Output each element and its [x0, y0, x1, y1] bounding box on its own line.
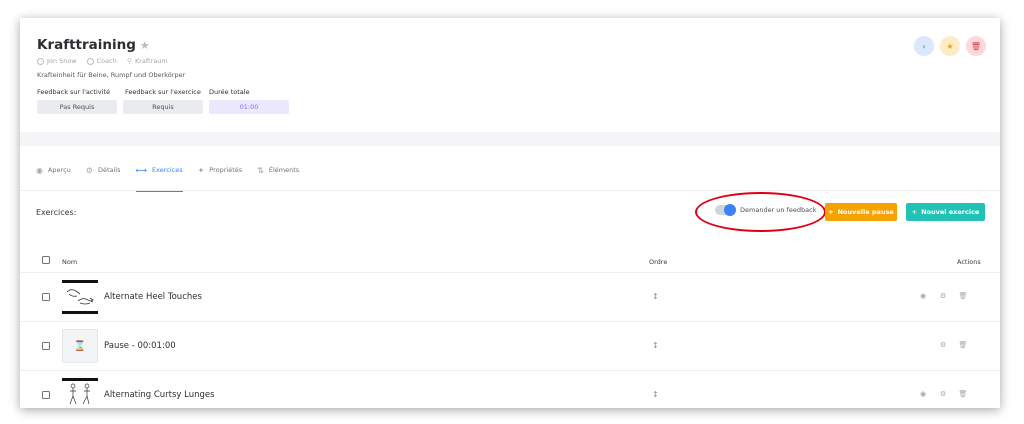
exercise-feedback-label: Feedback sur l'exercice	[125, 88, 201, 96]
pause-thumbnail: ⌛	[62, 329, 98, 363]
column-order: Ordre	[649, 258, 668, 266]
row-checkbox[interactable]	[42, 391, 50, 399]
activity-header: Krafttraining ★ Jon Snow Coach ⚲ Kraftra…	[20, 18, 1000, 132]
tab-label: Éléments	[268, 166, 300, 174]
location-name: Kraftraum	[134, 57, 168, 65]
activity-feedback-label: Feedback sur l'activité	[37, 88, 110, 96]
new-exercise-button[interactable]: + Nouvel exercice	[906, 203, 985, 221]
app-window: Krafttraining ★ Jon Snow Coach ⚲ Kraftra…	[20, 18, 1000, 408]
exercises-title: Exercices:	[36, 208, 77, 217]
select-all-checkbox[interactable]	[42, 256, 50, 264]
favorite-star-icon[interactable]: ★	[140, 39, 150, 52]
tab-details[interactable]: ⚙ Détails	[86, 163, 121, 177]
curtsy-lunges-illustration	[69, 383, 90, 405]
row-checkbox[interactable]	[42, 342, 50, 350]
trash-icon: 🗑	[970, 41, 982, 51]
favorite-button[interactable]: ★	[940, 36, 960, 56]
exercise-feedback-value: Requis	[123, 100, 203, 114]
table-row[interactable]: ⌛ Pause - 00:01:00 ↕ ◉ ⚙ 🗑	[20, 321, 1000, 370]
delete-button[interactable]: 🗑	[966, 36, 986, 56]
duration-value: 01:00	[209, 100, 289, 114]
author-meta: Jon Snow	[37, 57, 77, 65]
settings-gears-icon[interactable]: ⚙	[938, 341, 948, 349]
exercise-thumbnail	[62, 378, 98, 408]
settings-gears-icon[interactable]: ⚙	[938, 292, 948, 300]
settings-gears-icon[interactable]: ⚙	[938, 390, 948, 398]
eye-icon: ◉	[36, 165, 43, 175]
sort-icon: ⇅	[257, 165, 264, 175]
plus-icon: +	[911, 208, 918, 216]
table-row[interactable]: Alternate Heel Touches ↕ ◉ ⚙ 🗑	[20, 272, 1000, 321]
heel-touches-illustration	[66, 289, 94, 305]
meta-row: Jon Snow Coach ⚲ Kraftraum	[37, 57, 168, 65]
page-title: Krafttraining	[37, 37, 136, 53]
view-eye-icon[interactable]: ◉	[918, 292, 928, 300]
new-exercise-label: Nouvel exercice	[921, 208, 980, 216]
view-eye-icon[interactable]: ◉	[918, 390, 928, 398]
location-pin-icon: ⚲	[126, 57, 132, 65]
exercise-name: Alternating Curtsy Lunges	[104, 390, 215, 400]
trash-icon[interactable]: 🗑	[958, 292, 968, 300]
exercise-thumbnail	[62, 280, 98, 314]
star-icon: ★	[946, 41, 954, 51]
new-pause-button[interactable]: + Nouvelle pause	[825, 203, 897, 221]
exercise-name: Alternate Heel Touches	[104, 292, 202, 302]
tab-proprietes[interactable]: ✦ Propriétés	[198, 163, 243, 177]
new-pause-label: Nouvelle pause	[837, 208, 894, 216]
trash-icon[interactable]: 🗑	[958, 341, 968, 349]
author-name: Jon Snow	[47, 57, 77, 65]
gear-icon: ⚙	[85, 165, 93, 175]
drag-handle-icon[interactable]: ↕	[652, 390, 659, 399]
tab-label: Aperçu	[47, 166, 71, 174]
table-row[interactable]: Alternating Curtsy Lunges ↕ ◉ ⚙ 🗑	[20, 370, 1000, 408]
content-card: ◉ Aperçu ⚙ Détails ⟷ Exercices ✦ Proprié…	[20, 146, 1000, 408]
row-actions: ◉ ⚙ 🗑	[918, 292, 968, 300]
dumbbell-icon: ⟷	[135, 165, 147, 175]
back-button[interactable]: ‹	[914, 36, 934, 56]
table-header: Nom Ordre Actions	[20, 252, 1000, 272]
row-checkbox[interactable]	[42, 293, 50, 301]
drag-handle-icon[interactable]: ↕	[652, 341, 659, 350]
drag-handle-icon[interactable]: ↕	[652, 292, 659, 301]
row-actions: ◉ ⚙ 🗑	[918, 341, 968, 349]
tab-apercu[interactable]: ◉ Aperçu	[36, 163, 71, 177]
annotation-circle	[695, 192, 826, 232]
tabs-divider	[20, 190, 1000, 191]
tab-elements[interactable]: ⇅ Éléments	[257, 163, 299, 177]
chevron-left-icon: ‹	[922, 41, 926, 51]
tab-label: Détails	[97, 166, 121, 174]
activity-description: Krafteinheit für Beine, Rumpf und Oberkö…	[37, 71, 186, 79]
row-actions: ◉ ⚙ 🗑	[918, 390, 968, 398]
exercise-name: Pause - 00:01:00	[104, 341, 176, 351]
activity-feedback-value: Pas Requis	[37, 100, 117, 114]
plus-icon: +	[828, 208, 834, 216]
role-meta: Coach	[86, 57, 117, 65]
tab-exercices[interactable]: ⟷ Exercices	[135, 163, 183, 192]
pin-icon: ✦	[197, 165, 205, 175]
column-name: Nom	[62, 258, 78, 266]
role-name: Coach	[96, 57, 117, 65]
location-meta: ⚲ Kraftraum	[127, 57, 168, 65]
header-actions: ‹ ★ 🗑	[914, 36, 986, 56]
trash-icon[interactable]: 🗑	[958, 390, 968, 398]
user-icon	[37, 57, 44, 65]
column-actions: Actions	[957, 258, 981, 266]
title-row: Krafttraining ★	[37, 37, 150, 53]
tab-label: Propriétés	[209, 166, 243, 174]
hourglass-icon: ⌛	[73, 340, 87, 352]
badge-icon	[86, 57, 94, 65]
duration-label: Durée totale	[209, 88, 250, 96]
tab-label: Exercices	[151, 166, 183, 174]
tab-bar: ◉ Aperçu ⚙ Détails ⟷ Exercices ✦ Proprié…	[36, 163, 314, 192]
